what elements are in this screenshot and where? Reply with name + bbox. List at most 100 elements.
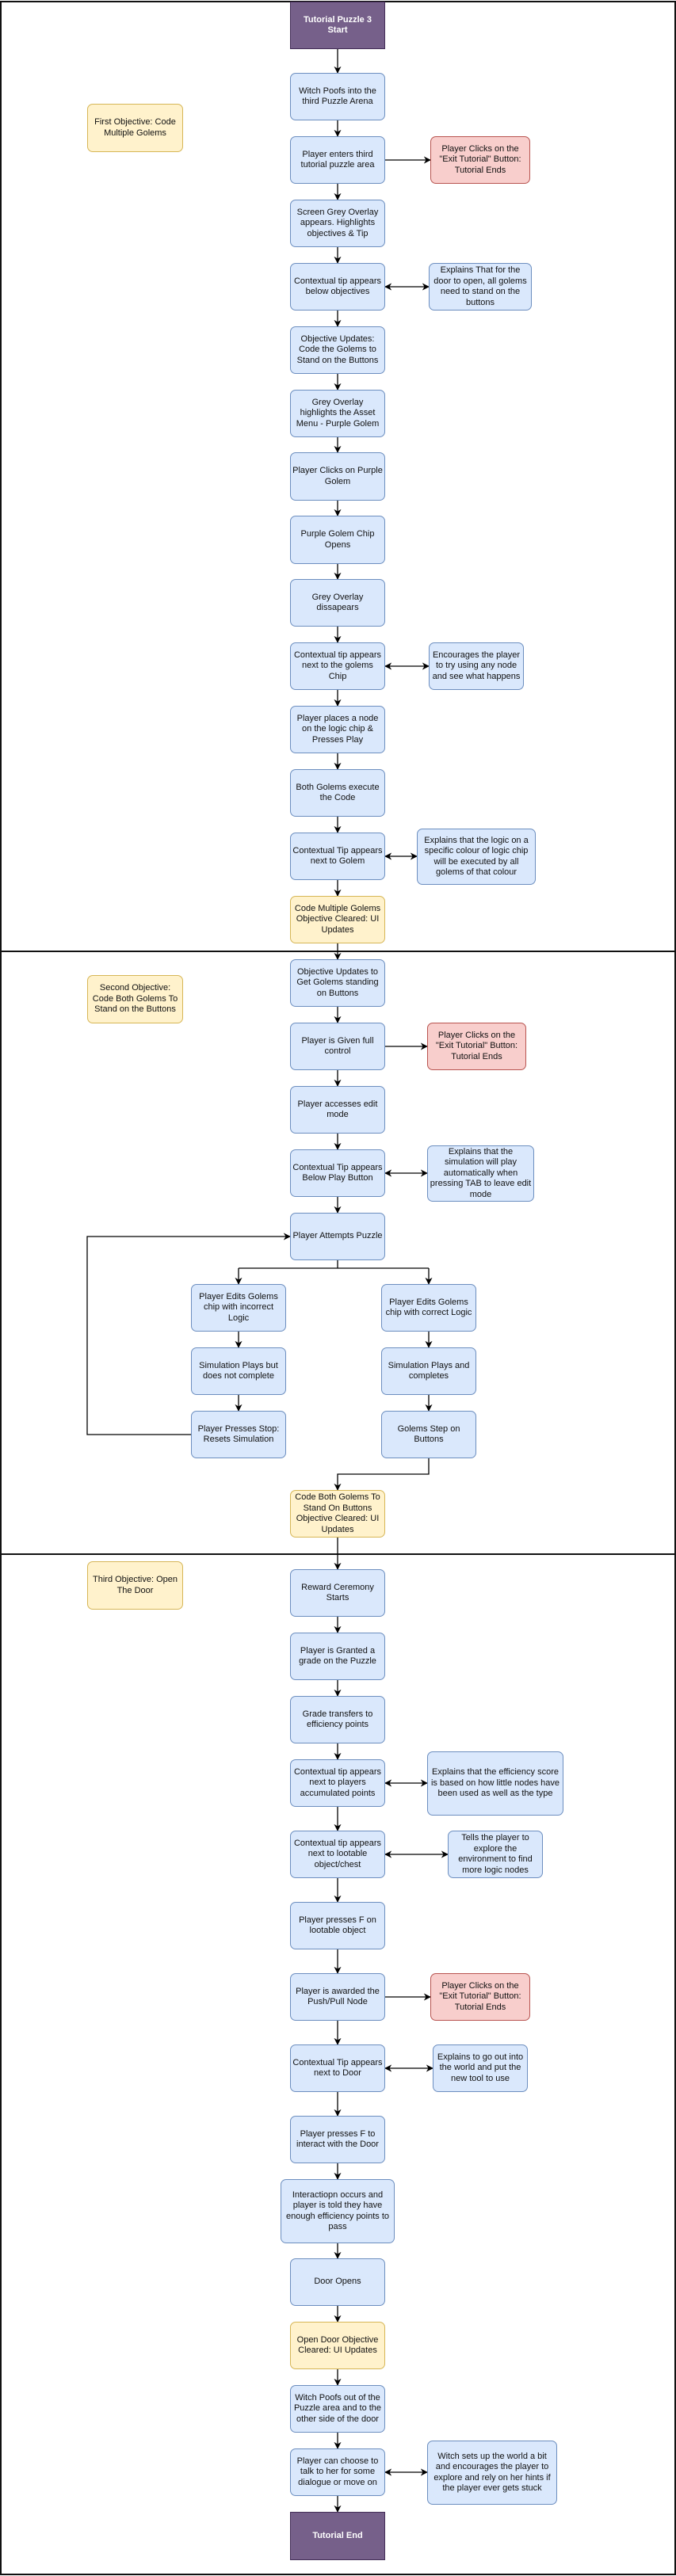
step-node: Objective Updates to Get Golems standing…: [290, 959, 385, 1007]
step-node: Contextual tip appears below objectives: [290, 263, 385, 311]
step-node: Player Attempts Puzzle: [290, 1213, 385, 1260]
step-node: Player places a node on the logic chip &…: [290, 706, 385, 753]
exit-tutorial-node: Player Clicks on the "Exit Tutorial" But…: [427, 1023, 526, 1070]
incorrect-branch-node: Player Presses Stop: Resets Simulation: [191, 1411, 286, 1458]
step-node: Contextual Tip appears next to Golem: [290, 833, 385, 880]
node-label: Player Edits Golems chip with incorrect …: [199, 1291, 278, 1323]
node-label: Witch sets up the world a bit and encour…: [433, 2451, 551, 2494]
node-label: Tells the player to explore the environm…: [458, 1833, 533, 1875]
step-node: Door Opens: [290, 2258, 385, 2306]
step-node: Contextual tip appears next to players a…: [290, 1759, 385, 1807]
tip-note: Explains that the simulation will play a…: [427, 1145, 534, 1202]
node-label: Player Edits Golems chip with correct Lo…: [385, 1297, 472, 1318]
objective-cleared-node: Open Door Objective Cleared: UI Updates: [290, 2322, 385, 2369]
objective-cleared-node: Code Both Golems To Stand On Buttons Obj…: [290, 1490, 385, 1538]
exit-tutorial-node: Player Clicks on the "Exit Tutorial" But…: [430, 136, 530, 184]
node-label: Contextual Tip appears Below Play Button: [292, 1162, 383, 1183]
node-label: Explains that the efficiency score is ba…: [430, 1767, 560, 1799]
correct-branch-node: Simulation Plays and completes: [381, 1347, 476, 1395]
node-label: Player Clicks on the "Exit Tutorial" But…: [439, 1980, 521, 2012]
node-label: Objective Updates to Get Golems standing…: [296, 966, 379, 998]
node-label: First Objective: Code Multiple Golems: [94, 117, 176, 138]
step-node: Screen Grey Overlay appears. Highlights …: [290, 200, 385, 247]
node-label: Golems Step on Buttons: [397, 1423, 460, 1445]
node-label: Contextual Tip appears next to Golem: [292, 845, 383, 867]
node-label: Player enters third tutorial puzzle area: [300, 149, 375, 170]
step-node: Contextual Tip appears Below Play Button: [290, 1149, 385, 1197]
correct-branch-node: Golems Step on Buttons: [381, 1411, 476, 1458]
node-label: Contextual tip appears next to lootable …: [293, 1838, 382, 1869]
node-label: Player Clicks on the "Exit Tutorial" But…: [439, 143, 521, 175]
step-node: Player presses F on lootable object: [290, 1902, 385, 1949]
step-node: Player is Given full control: [290, 1023, 385, 1070]
success-arrow: [334, 1458, 430, 1491]
node-label: Witch Poofs out of the Puzzle area and t…: [293, 2392, 382, 2424]
correct-branch-node: Player Edits Golems chip with correct Lo…: [381, 1284, 476, 1332]
node-label: Door Opens: [314, 2277, 361, 2287]
node-label: Player presses F on lootable object: [299, 1915, 376, 1936]
node-label: Grey Overlay highlights the Asset Menu -…: [296, 397, 380, 429]
step-node: Contextual Tip appears next to Door: [290, 2044, 385, 2092]
node-label: Player places a node on the logic chip &…: [296, 713, 379, 745]
node-label: Simulation Plays but does not complete: [199, 1360, 278, 1381]
step-node: Purple Golem Chip Opens: [290, 516, 385, 564]
node-label: Code Both Golems To Stand On Buttons Obj…: [295, 1492, 380, 1534]
node-label: Contextual tip appears next to players a…: [293, 1766, 382, 1798]
step-node: Contextual tip appears next to the golem…: [290, 642, 385, 690]
node-label: Purple Golem Chip Opens: [300, 529, 375, 550]
step-node: Grade transfers to efficiency points: [290, 1696, 385, 1743]
tip-note: Explains to go out into the world and pu…: [433, 2044, 528, 2092]
step-node: Reward Ceremony Starts: [290, 1569, 385, 1617]
tip-note: Explains That for the door to open, all …: [429, 263, 532, 311]
start-node: Tutorial Puzzle 3 Start: [290, 2, 385, 49]
exit-tutorial-node: Player Clicks on the "Exit Tutorial" But…: [430, 1973, 530, 2021]
end-node: Tutorial End: [290, 2512, 385, 2560]
tip-note: Tells the player to explore the environm…: [448, 1831, 543, 1878]
step-node: Contextual tip appears next to lootable …: [290, 1831, 385, 1878]
node-label: Second Objective: Code Both Golems To St…: [92, 983, 178, 1015]
node-label: Objective Updates: Code the Golems to St…: [296, 333, 379, 365]
node-label: Encourages the player to try using any n…: [432, 650, 521, 681]
node-label: Grade transfers to efficiency points: [302, 1709, 373, 1730]
node-label: Explains that the logic on a specific co…: [424, 835, 529, 878]
tip-note: Explains that the logic on a specific co…: [417, 829, 536, 885]
node-label: Player is Granted a grade on the Puzzle: [299, 1645, 376, 1667]
node-label: Player can choose to talk to her for som…: [296, 2456, 379, 2487]
step-node: Player accesses edit mode: [290, 1086, 385, 1134]
node-label: Explains to go out into the world and pu…: [437, 2052, 524, 2083]
step-node: Both Golems execute the Code: [290, 769, 385, 817]
objective-label: Second Objective: Code Both Golems To St…: [87, 975, 183, 1023]
node-label: Player Attempts Puzzle: [292, 1231, 383, 1241]
node-label: Witch Poofs into the third Puzzle Arena: [299, 86, 376, 107]
node-label: Explains That for the door to open, all …: [433, 265, 527, 307]
node-label: Player is Given full control: [301, 1035, 374, 1057]
node-label: Interactiopn occurs and player is told t…: [285, 2189, 390, 2232]
node-label: Contextual tip appears next to the golem…: [293, 650, 382, 681]
objective-label: First Objective: Code Multiple Golems: [87, 104, 183, 152]
step-node: Witch Poofs into the third Puzzle Arena: [290, 73, 385, 120]
tip-note: Witch sets up the world a bit and encour…: [427, 2441, 557, 2505]
step-node: Player Clicks on Purple Golem: [290, 452, 385, 501]
node-label: Player is awarded the Push/Pull Node: [296, 1986, 380, 2007]
node-label: Contextual tip appears below objectives: [293, 276, 382, 297]
node-label: Player Clicks on Purple Golem: [292, 466, 383, 486]
node-label: Reward Ceremony Starts: [301, 1582, 374, 1603]
node-label: Both Golems execute the Code: [296, 782, 380, 803]
step-node: Player presses F to interact with the Do…: [290, 2116, 385, 2163]
step-node: Grey Overlay highlights the Asset Menu -…: [290, 390, 385, 437]
node-label: Tutorial End: [312, 2530, 363, 2540]
incorrect-branch-node: Simulation Plays but does not complete: [191, 1347, 286, 1395]
tip-note: Explains that the efficiency score is ba…: [427, 1751, 563, 1816]
step-node: Interactiopn occurs and player is told t…: [281, 2179, 395, 2243]
node-label: Grey Overlay dissapears: [311, 592, 364, 613]
node-label: Tutorial Puzzle 3 Start: [304, 14, 372, 36]
step-node: Player is awarded the Push/Pull Node: [290, 1973, 385, 2021]
tip-note: Encourages the player to try using any n…: [429, 642, 524, 690]
node-label: Player Presses Stop: Resets Simulation: [197, 1423, 280, 1445]
node-label: Player Clicks on the "Exit Tutorial" But…: [435, 1030, 518, 1061]
node-label: Explains that the simulation will play a…: [430, 1146, 532, 1199]
node-label: Simulation Plays and completes: [388, 1360, 470, 1381]
node-label: Open Door Objective Cleared: UI Updates: [296, 2334, 379, 2356]
node-label: Contextual Tip appears next to Door: [292, 2057, 383, 2079]
node-label: Player accesses edit mode: [297, 1099, 378, 1120]
